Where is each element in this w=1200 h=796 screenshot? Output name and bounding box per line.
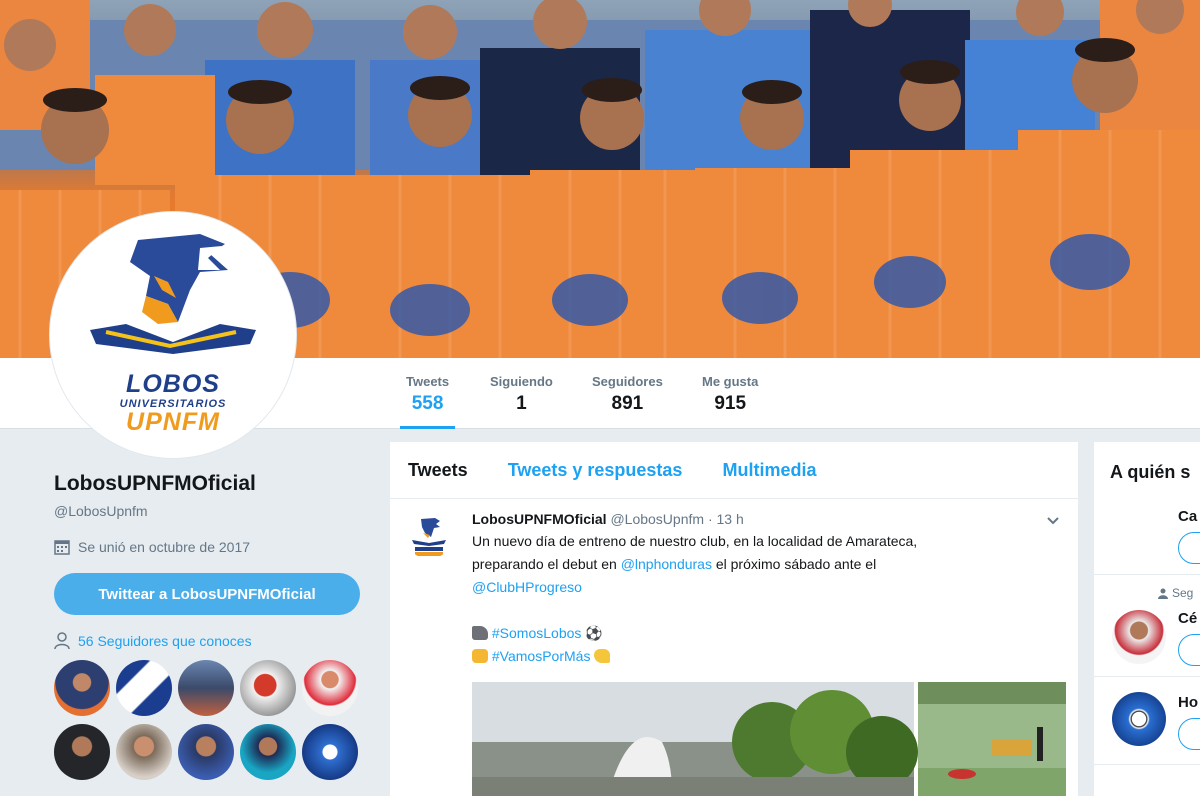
- follower-avatar[interactable]: [54, 724, 110, 780]
- tweet-line: #SomosLobos ⚽: [472, 622, 1062, 645]
- tab-media[interactable]: Multimedia: [722, 460, 816, 481]
- tweet-text-fragment: el próximo sábado ante el: [711, 556, 877, 572]
- profile-avatar[interactable]: LOBOS UNIVERSITARIOS UPNFM: [50, 212, 296, 458]
- follower-avatar[interactable]: [240, 724, 296, 780]
- follower-avatar[interactable]: [302, 724, 358, 780]
- calendar-icon: [54, 540, 70, 555]
- timeline-tabs: Tweets Tweets y respuestas Multimedia: [390, 442, 1078, 499]
- tab-tweets[interactable]: Tweets: [408, 460, 468, 481]
- tweet-line: preparando el debut en @lnphonduras el p…: [472, 553, 1062, 576]
- stat-followers-label: Seguidores: [592, 374, 663, 389]
- stat-following[interactable]: Siguiendo 1: [490, 374, 553, 415]
- suggestion-avatar[interactable]: [1112, 610, 1166, 664]
- tweet-author-handle[interactable]: @LobosUpnfm: [610, 511, 704, 527]
- stat-likes-label: Me gusta: [702, 374, 759, 389]
- tweet-line: Un nuevo día de entreno de nuestro club,…: [472, 533, 918, 549]
- wolf-logo-icon: [406, 513, 452, 559]
- stat-tweets[interactable]: Tweets 558: [399, 374, 456, 429]
- suggestion-name[interactable]: Ho: [1178, 694, 1198, 711]
- person-icon: [1158, 588, 1168, 599]
- suggestion-avatar[interactable]: [1112, 692, 1166, 746]
- timeline: Tweets Tweets y respuestas Multimedia Lo…: [390, 442, 1078, 796]
- stat-followers-value: 891: [611, 393, 644, 414]
- profile-card: LobosUPNFMOficial @LobosUpnfm Se unió en…: [54, 472, 374, 780]
- tweet-avatar[interactable]: [406, 513, 452, 559]
- stat-following-label: Siguiendo: [490, 374, 553, 389]
- fist-emoji-icon: [472, 649, 488, 663]
- suggestion-name[interactable]: Cé: [1178, 610, 1197, 627]
- logo-title: LOBOS: [126, 370, 220, 398]
- join-date: Se unió en octubre de 2017: [54, 539, 374, 555]
- stat-likes[interactable]: Me gusta 915: [702, 374, 758, 415]
- person-icon: [54, 632, 70, 650]
- followers-you-know[interactable]: 56 Seguidores que conoces: [54, 632, 374, 650]
- follower-avatar[interactable]: [54, 660, 110, 716]
- follow-context-text: Seg: [1172, 586, 1194, 600]
- tab-tweets-and-replies[interactable]: Tweets y respuestas: [508, 460, 683, 481]
- tweet-header: LobosUPNFMOficial @LobosUpnfm · 13 h: [472, 511, 1062, 527]
- chevron-down-icon[interactable]: [1046, 513, 1060, 529]
- followers-you-know-text: 56 Seguidores que conoces: [78, 633, 252, 649]
- divider: [1094, 676, 1200, 677]
- mention-link[interactable]: @ClubHProgreso: [472, 579, 582, 595]
- follower-avatar[interactable]: [178, 660, 234, 716]
- tweet-line: #VamosPorMás: [472, 645, 1062, 668]
- who-to-follow-title: A quién s: [1110, 462, 1191, 482]
- hashtag-link[interactable]: #VamosPorMás: [492, 648, 591, 664]
- follower-avatar[interactable]: [116, 660, 172, 716]
- follow-button[interactable]: [1178, 634, 1200, 666]
- flexed-arm-icon: [594, 649, 611, 663]
- follow-button[interactable]: [1178, 532, 1200, 564]
- stat-tweets-label: Tweets: [406, 374, 450, 389]
- follower-avatar[interactable]: [116, 724, 172, 780]
- follow-button[interactable]: [1178, 718, 1200, 750]
- logo-name: UPNFM: [126, 408, 220, 436]
- follower-avatar[interactable]: [178, 724, 234, 780]
- tweet-to-button[interactable]: Twittear a LobosUPNFMOficial: [54, 573, 360, 615]
- tweet-line: @ClubHProgreso: [472, 576, 1062, 599]
- tweet[interactable]: LobosUPNFMOficial @LobosUpnfm · 13 h Un …: [390, 499, 1078, 668]
- tweet-text-fragment: preparando el debut en: [472, 556, 621, 572]
- profile-name[interactable]: LobosUPNFMOficial: [54, 472, 374, 496]
- profile-handle[interactable]: @LobosUpnfm: [54, 503, 374, 519]
- who-to-follow: A quién s Ca Seg Cé Ho: [1094, 442, 1200, 796]
- stat-tweets-value: 558: [411, 393, 444, 414]
- tweet-media[interactable]: [472, 682, 1066, 796]
- divider: [1094, 764, 1200, 765]
- hashtag-link[interactable]: #SomosLobos: [492, 625, 582, 641]
- stat-following-value: 1: [516, 393, 527, 414]
- join-date-text: Se unió en octubre de 2017: [78, 539, 251, 555]
- follower-avatars: [54, 660, 374, 780]
- tweet-time[interactable]: · 13 h: [708, 511, 744, 527]
- tweet-author-name[interactable]: LobosUPNFMOficial: [472, 511, 607, 527]
- mention-link[interactable]: @lnphonduras: [621, 556, 712, 572]
- stat-likes-value: 915: [714, 393, 747, 414]
- follower-avatar[interactable]: [240, 660, 296, 716]
- follow-context: Seg: [1158, 586, 1193, 600]
- follower-avatar[interactable]: [302, 660, 358, 716]
- soccer-ball-icon: ⚽: [585, 625, 603, 641]
- suggestion-name[interactable]: Ca: [1178, 508, 1197, 525]
- tweet-text: Un nuevo día de entreno de nuestro club,…: [472, 530, 1062, 668]
- stat-followers[interactable]: Seguidores 891: [592, 374, 663, 415]
- wolf-emoji-icon: [472, 626, 488, 640]
- divider: [1094, 574, 1200, 575]
